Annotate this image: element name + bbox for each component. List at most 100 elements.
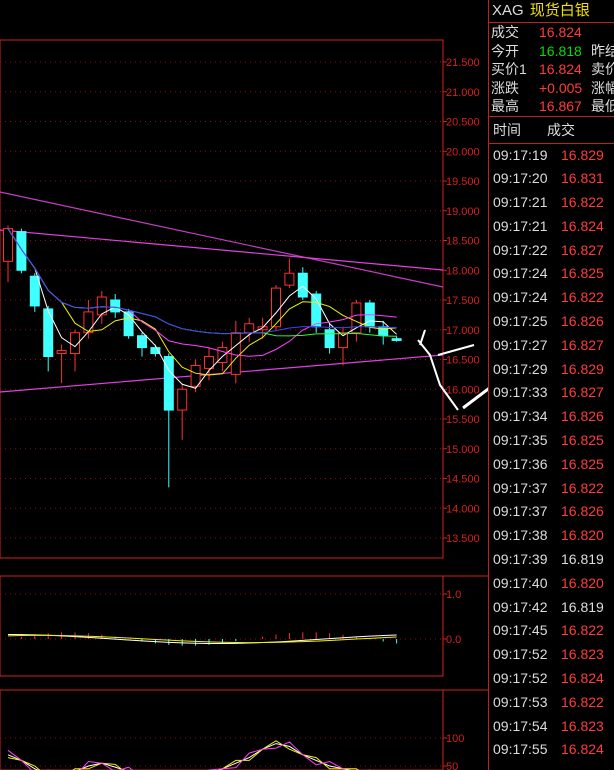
tick-row: 09:17:36 16.825	[489, 453, 614, 477]
tick-time: 09:17:21	[493, 194, 548, 211]
y-tick-label: 15.500	[446, 414, 480, 426]
tick-price: 16.826	[561, 503, 604, 520]
tick-price: 16.827	[561, 241, 604, 258]
tick-row: 09:17:45 16.822	[489, 619, 614, 643]
y-tick-label: 21.500	[446, 57, 480, 69]
tick-price: 16.827	[561, 384, 604, 401]
tick-row: 09:17:52 16.823	[489, 643, 614, 667]
y-tick-label: 14.500	[446, 474, 480, 486]
tick-time: 09:17:40	[493, 574, 548, 591]
tick-list[interactable]: 09:17:19 16.829 09:17:20 16.831 09:17:21 16.8…	[489, 144, 614, 763]
candle-body	[190, 364, 201, 387]
y-tick-label: 15.000	[446, 444, 480, 456]
candle-body	[110, 299, 121, 313]
tick-time: 09:17:45	[493, 622, 548, 639]
tick-price: 16.825	[561, 265, 604, 282]
candle-body	[391, 338, 402, 341]
tick-time: 09:17:34	[493, 408, 548, 425]
tick-row: 09:17:20 16.831	[489, 167, 614, 191]
quote-value: 16.818	[539, 42, 582, 59]
quote-row: 买价1 16.824 卖价	[489, 60, 614, 79]
quote-row: 成交 16.824	[489, 23, 614, 42]
tick-row: 09:17:27 16.827	[489, 334, 614, 358]
tick-row: 09:17:37 16.826	[489, 500, 614, 524]
ticks-header-time: 时间	[493, 121, 521, 138]
tick-time: 09:17:21	[493, 217, 548, 234]
tick-price: 16.822	[561, 479, 604, 496]
candle-body	[43, 308, 54, 358]
tick-time: 09:17:22	[493, 241, 548, 258]
tick-price: 16.831	[561, 170, 604, 187]
y-tick-label: 18.000	[446, 265, 480, 277]
tick-row: 09:17:39 16.819	[489, 548, 614, 572]
ticks-header: 时间 成交	[489, 115, 614, 144]
y-tick-label: 13.500	[446, 533, 480, 545]
tick-time: 09:17:24	[493, 289, 548, 306]
tick-time: 09:17:53	[493, 693, 548, 710]
tick-time: 09:17:29	[493, 360, 548, 377]
candle-body	[378, 326, 389, 337]
quote-label: 今开	[491, 42, 519, 59]
tick-price: 16.827	[561, 336, 604, 353]
main-panel-frame	[0, 39, 444, 559]
tick-row: 09:17:25 16.826	[489, 310, 614, 334]
tick-row: 09:17:24 16.825	[489, 262, 614, 286]
tick-row: 09:17:52 16.824	[489, 667, 614, 691]
tick-time: 09:17:52	[493, 670, 548, 687]
tick-row: 09:17:55 16.824	[489, 738, 614, 762]
candle-body	[230, 332, 241, 375]
y-tick-label: 16.000	[446, 384, 480, 396]
kdj-line	[7, 740, 360, 770]
tick-row: 09:17:35 16.825	[489, 429, 614, 453]
quote-row: 涨跌 +0.005 涨幅	[489, 79, 614, 98]
y-tick-label: 19.000	[446, 206, 480, 218]
y-tick-label: 14.000	[446, 503, 480, 515]
y-tick-label: 16.500	[446, 355, 480, 367]
tick-time: 09:17:37	[493, 503, 548, 520]
symbol-code: XAG	[492, 2, 524, 19]
tick-price: 16.825	[561, 455, 604, 472]
tick-time: 09:17:35	[493, 432, 548, 449]
quote-label: 买价1	[491, 61, 527, 77]
kdj-panel-frame	[0, 689, 444, 770]
y-tick-label: 19.500	[446, 176, 480, 188]
tick-price: 16.822	[561, 194, 604, 211]
tick-time: 09:17:24	[493, 265, 548, 282]
tick-price: 16.822	[561, 289, 604, 306]
tick-price: 16.822	[561, 693, 604, 710]
tick-row: 09:17:33 16.827	[489, 381, 614, 405]
tick-price: 16.823	[561, 646, 604, 663]
candle-body	[297, 272, 308, 298]
kline-chart[interactable]: 21.500 21.000 20.500 20.000 19.500 19.000 18.5…	[0, 0, 488, 770]
tick-time: 09:17:27	[493, 336, 548, 353]
quote-label: 涨跌	[491, 79, 519, 96]
y-tick-label: 17.000	[446, 325, 480, 337]
tick-time: 09:17:20	[493, 170, 548, 187]
tick-row: 09:17:37 16.822	[489, 477, 614, 501]
tick-price: 16.820	[561, 527, 604, 544]
y-tick-label: 0.0	[446, 634, 461, 646]
y-tick-label: 20.500	[446, 117, 480, 129]
tick-price: 16.825	[561, 432, 604, 449]
tick-row: 09:17:40 16.820	[489, 572, 614, 596]
tick-price: 16.824	[561, 217, 604, 234]
tick-price: 16.829	[561, 146, 604, 163]
quote-row: 今开 16.818 昨结	[489, 42, 614, 61]
tick-row: 09:17:19 16.829	[489, 144, 614, 168]
y-tick-label: 18.500	[446, 236, 480, 248]
tick-time: 09:17:36	[493, 455, 548, 472]
candle-body	[16, 231, 27, 271]
tick-time: 09:17:52	[493, 646, 548, 663]
tick-time: 09:17:42	[493, 598, 548, 615]
tick-price: 16.829	[561, 360, 604, 377]
candle-body	[338, 332, 348, 349]
kline-chart-area[interactable]: 21.500 21.000 20.500 20.000 19.500 19.000 18.5…	[0, 0, 488, 770]
candle-body	[177, 388, 188, 411]
tick-row: 09:17:54 16.823	[489, 715, 614, 739]
tick-price: 16.826	[561, 313, 604, 330]
candle-body	[137, 335, 147, 349]
tick-time: 09:17:55	[493, 741, 548, 758]
tick-price: 16.819	[561, 551, 604, 568]
tick-row: 09:17:38 16.820	[489, 524, 614, 548]
ticks-header-price: 成交	[547, 121, 575, 138]
